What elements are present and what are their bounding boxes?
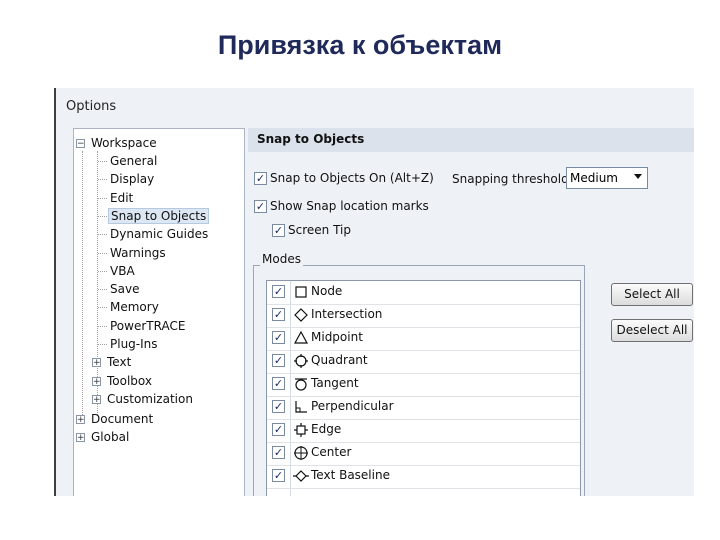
tree-connector [98, 161, 107, 162]
screen-tip-checkbox[interactable]: ✓ [272, 224, 285, 237]
mode-checkbox[interactable]: ✓ [272, 377, 285, 390]
modes-label: Modes [260, 252, 303, 266]
mode-checkbox[interactable]: ✓ [272, 285, 285, 298]
diamond-icon [293, 307, 309, 323]
mode-label: Tangent [311, 376, 359, 390]
threshold-value: Medium [570, 171, 618, 185]
panel-header-label: Snap to Objects [257, 132, 365, 146]
threshold-select[interactable]: Medium [566, 167, 648, 189]
mode-label: Edge [311, 422, 342, 436]
mode-row-intersection[interactable]: ✓ Intersection [267, 304, 580, 328]
tree-node-display[interactable]: Display [98, 170, 156, 188]
tree-node-customization[interactable]: + Customization [92, 390, 195, 408]
options-dialog: Options − Workspace General Display Edit Sn… [54, 88, 694, 496]
tree-connector [82, 151, 83, 423]
options-tree[interactable]: − Workspace General Display Edit Snap to Ob… [73, 128, 245, 496]
mode-row-node[interactable]: ✓ Node [267, 281, 580, 305]
text-baseline-icon [293, 468, 309, 484]
tree-node-global[interactable]: + Global [76, 428, 131, 446]
tree-node-powertrace[interactable]: PowerTRACE [98, 317, 187, 335]
expand-icon[interactable]: + [92, 358, 101, 368]
chevron-down-icon [634, 174, 642, 179]
tree-node-memory[interactable]: Memory [98, 298, 161, 316]
tree-node-workspace[interactable]: − Workspace [76, 134, 159, 152]
mode-checkbox[interactable]: ✓ [272, 423, 285, 436]
slide-title: Привязка к объектам [217, 30, 503, 60]
center-icon [293, 445, 309, 461]
tree-connector [98, 270, 107, 272]
modes-list[interactable]: ✓ Node ✓ Intersection ✓ Midpoint ✓ Quadrant ✓ Tan… [266, 280, 581, 496]
mode-row-perpendicular[interactable]: ✓ Perpendicular [267, 396, 580, 420]
tree-connector [98, 325, 107, 327]
tree-node-edit[interactable]: Edit [98, 189, 135, 207]
expand-icon[interactable]: + [92, 376, 101, 386]
expand-icon[interactable]: + [76, 415, 85, 425]
tree-connector [98, 252, 107, 254]
mode-checkbox[interactable]: ✓ [272, 331, 285, 344]
tree-node-document[interactable]: + Document [76, 410, 155, 428]
tree-node-snap-to-objects[interactable]: Snap to Objects [98, 207, 210, 225]
mode-row-text-baseline[interactable]: ✓ Text Baseline [267, 465, 580, 489]
mode-label: Text Baseline [311, 468, 390, 482]
mode-label: Midpoint [311, 330, 363, 344]
mode-row-quadrant[interactable]: ✓ Quadrant [267, 350, 580, 374]
tangent-circle-icon [293, 376, 309, 392]
tree-node-toolbox[interactable]: + Toolbox [92, 372, 154, 390]
threshold-label: Snapping threshold [452, 172, 569, 186]
expand-icon[interactable]: + [76, 433, 85, 443]
mode-label: Intersection [311, 307, 383, 321]
mode-row-tangent[interactable]: ✓ Tangent [267, 373, 580, 397]
tree-connector [98, 197, 107, 199]
tree-node-text[interactable]: + Text [92, 353, 133, 371]
snap-on-checkbox[interactable]: ✓ [254, 172, 267, 185]
mode-checkbox[interactable]: ✓ [272, 400, 285, 413]
collapse-icon[interactable]: − [76, 139, 85, 149]
perpendicular-icon [293, 399, 309, 415]
edge-icon [293, 422, 309, 438]
tree-connector [98, 307, 107, 309]
mode-label: Quadrant [311, 353, 368, 367]
tree-connector [98, 215, 107, 217]
expand-icon[interactable]: + [92, 394, 101, 404]
panel-header: Snap to Objects [248, 128, 694, 152]
tree-node-vba[interactable]: VBA [98, 262, 137, 280]
tree-connector [98, 289, 107, 291]
mode-row-midpoint[interactable]: ✓ Midpoint [267, 327, 580, 351]
mode-row-edge[interactable]: ✓ Edge [267, 419, 580, 443]
show-marks-label: Show Snap location marks [270, 199, 429, 213]
mode-label: Center [311, 445, 352, 459]
mode-checkbox[interactable]: ✓ [272, 354, 285, 367]
square-icon [293, 284, 309, 300]
tree-node-warnings[interactable]: Warnings [98, 244, 168, 262]
tree-node-dynamic-guides[interactable]: Dynamic Guides [98, 225, 210, 243]
mode-checkbox[interactable]: ✓ [272, 308, 285, 321]
tree-connector [98, 344, 107, 345]
tree-node-general[interactable]: General [98, 152, 159, 170]
quadrant-circle-icon [293, 353, 309, 369]
tree-connector [98, 179, 107, 181]
snap-on-label: Snap to Objects On (Alt+Z) [270, 171, 434, 185]
tree-connector [98, 234, 107, 236]
tree-node-save[interactable]: Save [98, 280, 141, 298]
mode-row-center[interactable]: ✓ Center [267, 442, 580, 466]
select-all-button[interactable]: Select All [611, 283, 693, 306]
mode-checkbox[interactable]: ✓ [272, 446, 285, 459]
triangle-icon [293, 330, 309, 346]
mode-label: Perpendicular [311, 399, 394, 413]
window-title: Options [66, 99, 117, 114]
mode-checkbox[interactable]: ✓ [272, 469, 285, 482]
tree-node-plug-ins[interactable]: Plug-Ins [98, 335, 160, 353]
deselect-all-button[interactable]: Deselect All [611, 319, 693, 342]
screen-tip-label: Screen Tip [288, 223, 351, 237]
mode-label: Node [311, 284, 343, 298]
show-marks-checkbox[interactable]: ✓ [254, 200, 267, 213]
